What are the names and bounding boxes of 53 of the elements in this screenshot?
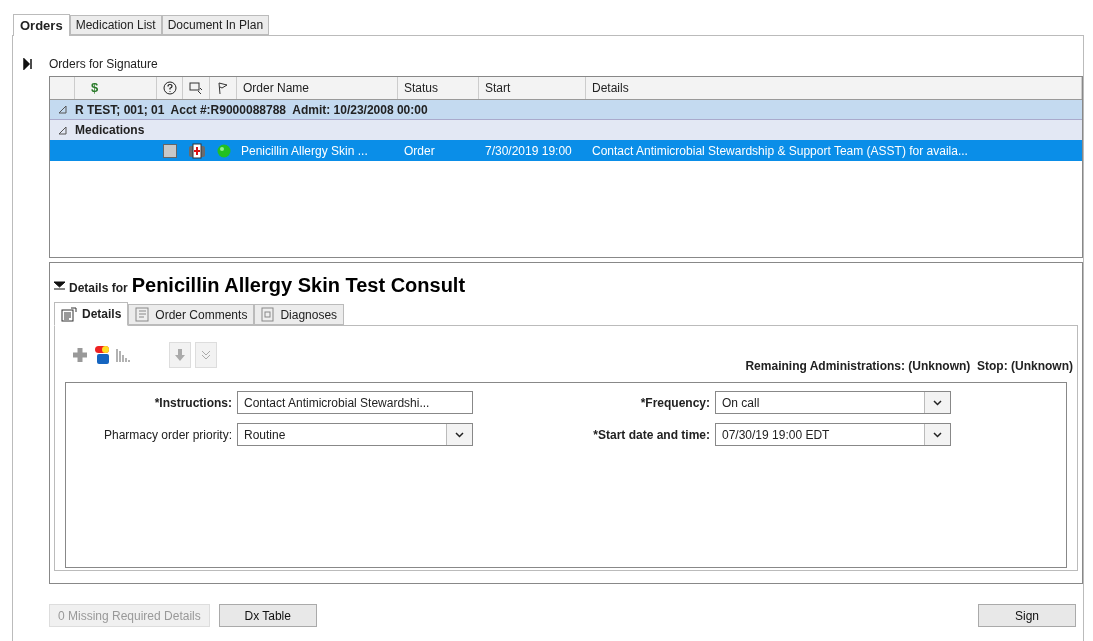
- flag-icon: [217, 81, 229, 95]
- details-tab[interactable]: Diagnoses: [254, 304, 345, 325]
- dropdown-field[interactable]: On call: [715, 391, 951, 414]
- details-tab[interactable]: Details: [54, 302, 129, 326]
- summary-text: Remaining Administrations: (Unknown) Stop: (Unknown): [745, 358, 1073, 375]
- dx-table-button[interactable]: Dx Table: [218, 604, 317, 627]
- group-label: R TEST; 001; 01 Acct #:R9000088788 Admit: 10/23/2008 00:00: [75, 101, 428, 119]
- checkbox[interactable]: [163, 143, 177, 158]
- add-icon[interactable]: [71, 346, 89, 364]
- chevron-down-icon: [933, 431, 942, 438]
- document-icon: [261, 307, 276, 322]
- field-label: *Instructions:: [153, 394, 232, 412]
- chevron-down-icon: [933, 399, 942, 406]
- dropdown-field[interactable]: Routine: [237, 423, 473, 446]
- tab[interactable]: Orders: [13, 14, 70, 36]
- group-label: Medications: [75, 122, 145, 139]
- arrow-down-icon: [175, 348, 185, 362]
- document-icon: [135, 307, 151, 322]
- double-chevron-icon: [201, 349, 211, 361]
- medication-order-icon: [187, 142, 206, 159]
- form-icon: [61, 306, 77, 322]
- dropdown-field[interactable]: 07/30/19 19:00 EDT: [715, 423, 951, 446]
- note-icon: [189, 81, 203, 95]
- column-header[interactable]: $: [75, 77, 157, 99]
- panel-title: Orders for Signature: [49, 56, 158, 73]
- patient-group-row[interactable]: R TEST; 001; 01 Acct #:R9000088788 Admit: 10/23/2008 00:00: [50, 100, 1082, 120]
- expand-panel-icon[interactable]: [23, 58, 33, 70]
- chevron-down-icon: [455, 431, 464, 438]
- status-dot-icon: [216, 143, 231, 158]
- column-header[interactable]: Status: [398, 77, 479, 99]
- field-label: Pharmacy order priority:: [102, 426, 232, 444]
- details-prefix: Details for: [69, 280, 128, 297]
- collapse-arrow-icon[interactable]: [54, 280, 65, 290]
- column-header[interactable]: Details: [586, 77, 1082, 99]
- input-field[interactable]: Contact Antimicrobial Stewardshi...: [237, 391, 473, 414]
- table-cell-text: Order: [403, 142, 436, 160]
- pill-icon[interactable]: [93, 345, 111, 365]
- category-group-row[interactable]: Medications: [50, 120, 1082, 140]
- help-icon: [162, 81, 177, 95]
- collapse-triangle-icon[interactable]: [58, 125, 67, 135]
- table-cell-text: Penicillin Allergy Skin ...: [240, 142, 369, 160]
- tab[interactable]: Medication List: [69, 15, 162, 35]
- field-label: *Start date and time:: [592, 426, 710, 444]
- column-header[interactable]: Order Name: [237, 77, 398, 99]
- table-cell-text: Contact Antimicrobial Stewardship & Support Team (ASST) for availa...: [591, 142, 969, 160]
- column-header[interactable]: Start: [479, 77, 586, 99]
- details-tab[interactable]: Order Comments: [128, 304, 255, 325]
- collapse-triangle-icon[interactable]: [58, 105, 67, 114]
- table-cell-text: 7/30/2019 19:00: [484, 142, 573, 160]
- tab[interactable]: Document In Plan: [161, 15, 270, 35]
- details-title: Penicillin Allergy Skin Test Consult: [131, 273, 466, 298]
- field-label: *Frequency:: [639, 394, 710, 412]
- sign-button[interactable]: Sign: [978, 604, 1076, 627]
